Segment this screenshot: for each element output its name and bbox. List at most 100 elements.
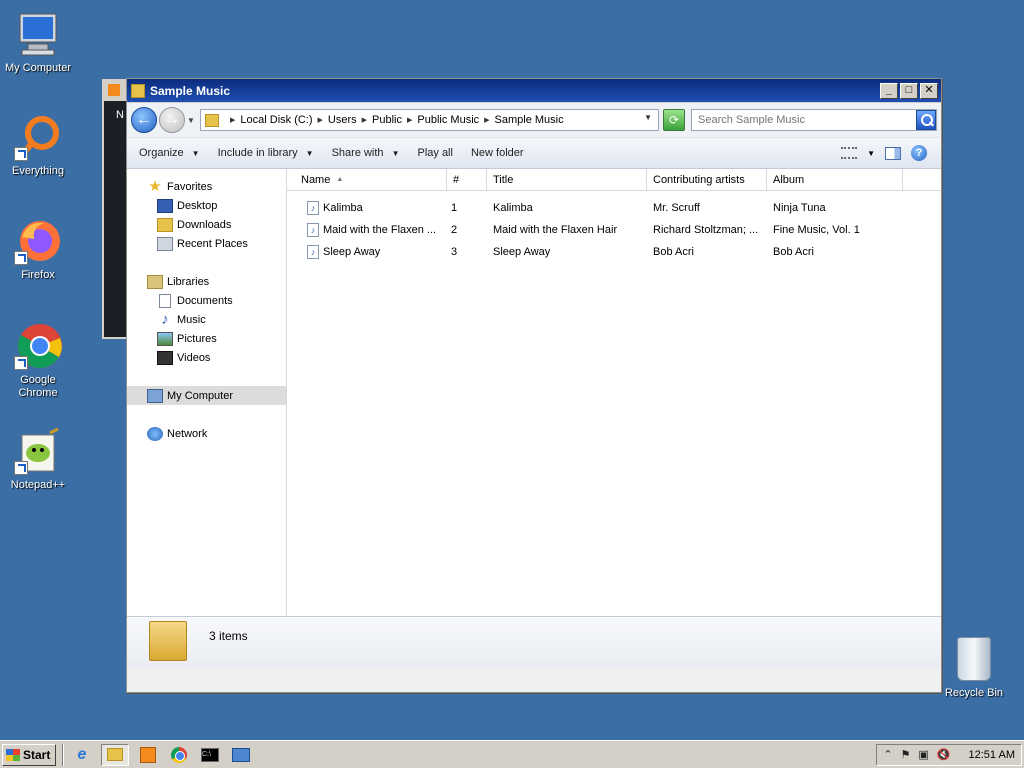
- background-media-window[interactable]: N: [102, 79, 128, 339]
- nav-item-label: My Computer: [167, 389, 234, 402]
- desktop-icon-my-computer[interactable]: My Computer: [0, 10, 76, 75]
- file-track-number: 2: [451, 224, 458, 236]
- remote-desktop-icon: [232, 747, 250, 762]
- share-with-menu[interactable]: Share with ▼: [332, 147, 400, 159]
- organize-menu[interactable]: Organize ▼: [139, 147, 200, 159]
- chrome-icon: [171, 746, 187, 763]
- folder-icon: [107, 748, 123, 761]
- column-header-label: Name: [301, 173, 331, 186]
- taskbar-media-player[interactable]: [136, 744, 160, 766]
- start-button[interactable]: Start: [2, 743, 56, 766]
- desktop-icon-label: Google Chrome: [18, 374, 58, 399]
- nav-item-network[interactable]: Network: [127, 424, 286, 443]
- column-header-album[interactable]: Album: [767, 168, 903, 191]
- chrome-icon: [14, 322, 62, 370]
- folder-icon: [205, 113, 219, 127]
- show-hidden-icons-icon[interactable]: ⌃: [883, 748, 892, 761]
- refresh-button[interactable]: ⟳: [663, 109, 685, 131]
- taskbar: Start e C:\ ⌃ ⚑ ▣ 🔇 12:51 AM: [0, 740, 1024, 768]
- chevron-right-icon[interactable]: ▶: [318, 116, 323, 124]
- desktop-icon-firefox[interactable]: Firefox: [0, 217, 76, 282]
- maximize-button[interactable]: □: [900, 82, 918, 99]
- chevron-right-icon[interactable]: ▶: [407, 116, 412, 124]
- desktop-icon-chrome[interactable]: Google Chrome: [0, 322, 76, 400]
- file-list-pane[interactable]: Name ▲ # Title Contributing artists Album…: [287, 168, 941, 616]
- breadcrumb-public-music[interactable]: Public Music: [417, 114, 479, 126]
- nav-item-videos[interactable]: Videos: [127, 348, 286, 367]
- breadcrumb-local-disk[interactable]: Local Disk (C:): [240, 114, 312, 126]
- star-icon: ★: [148, 177, 162, 195]
- file-row[interactable]: ♪ Sleep Away 3 Sleep Away Bob Acri Bob Ac…: [287, 241, 941, 263]
- desktop-icon-everything[interactable]: Everything: [0, 113, 76, 178]
- help-icon[interactable]: ?: [911, 145, 927, 161]
- action-center-flag-icon[interactable]: ⚑: [901, 748, 911, 761]
- nav-item-desktop[interactable]: Desktop: [127, 196, 286, 215]
- address-history-dropdown[interactable]: ▼: [644, 113, 652, 122]
- nav-item-my-computer[interactable]: My Computer: [127, 386, 286, 405]
- minimize-button[interactable]: _: [880, 82, 898, 99]
- taskbar-remote-desktop[interactable]: [229, 744, 253, 766]
- documents-icon: [159, 293, 171, 308]
- desktop-icon-recycle-bin[interactable]: Recycle Bin: [936, 637, 1012, 700]
- nav-item-favorites[interactable]: ★ Favorites: [127, 177, 286, 196]
- change-view-icon[interactable]: [841, 147, 858, 159]
- file-row[interactable]: ♪ Maid with the Flaxen ... 2 Maid with th…: [287, 219, 941, 241]
- chevron-right-icon[interactable]: ▶: [362, 116, 367, 124]
- details-pane: 3 items: [127, 616, 941, 668]
- close-button[interactable]: ✕: [920, 82, 938, 99]
- forward-button[interactable]: →: [159, 107, 185, 133]
- nav-item-recent-places[interactable]: Recent Places: [127, 234, 286, 253]
- taskbar-internet-explorer[interactable]: e: [70, 744, 94, 766]
- computer-icon: [14, 10, 62, 58]
- column-header-title[interactable]: Title: [487, 168, 647, 191]
- clock[interactable]: 12:51 AM: [969, 749, 1015, 761]
- main-content: ★ Favorites Desktop Downloads Recent Pla…: [127, 168, 941, 616]
- taskbar-chrome[interactable]: [167, 744, 191, 766]
- search-input[interactable]: [692, 111, 916, 129]
- address-bar-row: ← → ▼ ▶ Local Disk (C:) ▶ Users ▶ Public…: [127, 103, 941, 137]
- nav-item-documents[interactable]: Documents: [127, 291, 286, 310]
- shortcut-arrow-icon: [14, 147, 28, 161]
- navigation-pane[interactable]: ★ Favorites Desktop Downloads Recent Pla…: [127, 169, 287, 616]
- play-all-button[interactable]: Play all: [417, 147, 452, 159]
- back-button[interactable]: ←: [131, 107, 157, 133]
- nav-item-music[interactable]: ♪ Music: [127, 310, 286, 329]
- chevron-right-icon[interactable]: ▶: [230, 116, 235, 124]
- volume-muted-icon[interactable]: 🔇: [937, 748, 951, 761]
- nav-item-downloads[interactable]: Downloads: [127, 215, 286, 234]
- preview-pane-icon[interactable]: [885, 146, 901, 160]
- explorer-window[interactable]: Sample Music _ □ ✕ ← → ▼ ▶ Local Disk (C…: [126, 78, 942, 693]
- search-box[interactable]: [691, 109, 937, 131]
- chevron-right-icon[interactable]: ▶: [484, 116, 489, 124]
- include-in-library-menu[interactable]: Include in library ▼: [218, 147, 314, 159]
- window-titlebar[interactable]: Sample Music _ □ ✕: [127, 79, 941, 103]
- nav-item-libraries[interactable]: Libraries: [127, 272, 286, 291]
- taskbar-explorer[interactable]: [101, 743, 129, 766]
- file-row[interactable]: ♪ Kalimba 1 Kalimba Mr. Scruff Ninja Tuna: [287, 197, 941, 219]
- breadcrumb-sample-music[interactable]: Sample Music: [495, 114, 564, 126]
- breadcrumb[interactable]: ▶ Local Disk (C:) ▶ Users ▶ Public ▶ Pub…: [200, 109, 659, 131]
- network-status-icon[interactable]: ▣: [918, 748, 928, 761]
- search-icon[interactable]: [916, 110, 936, 130]
- column-header-name[interactable]: Name ▲: [287, 168, 447, 191]
- background-window-titlebar[interactable]: [104, 81, 126, 101]
- taskbar-command-prompt[interactable]: C:\: [198, 744, 222, 766]
- chevron-down-icon[interactable]: ▼: [867, 149, 875, 158]
- recent-pages-dropdown[interactable]: ▼: [186, 116, 196, 125]
- file-artists: Mr. Scruff: [653, 202, 700, 214]
- column-header-artists[interactable]: Contributing artists: [647, 168, 767, 191]
- desktop-icon-notepadpp[interactable]: Notepad++: [0, 427, 76, 492]
- file-album: Fine Music, Vol. 1: [773, 224, 860, 236]
- window-title: Sample Music: [150, 83, 231, 98]
- desktop-icon-label: Firefox: [21, 269, 55, 281]
- breadcrumb-public[interactable]: Public: [372, 114, 402, 126]
- breadcrumb-users[interactable]: Users: [328, 114, 357, 126]
- media-player-icon: [108, 84, 120, 96]
- file-name: Sleep Away: [323, 246, 381, 258]
- file-title: Maid with the Flaxen Hair: [493, 224, 618, 236]
- nav-item-pictures[interactable]: Pictures: [127, 329, 286, 348]
- new-folder-button[interactable]: New folder: [471, 147, 524, 159]
- nav-item-label: Favorites: [167, 180, 213, 193]
- column-header-number[interactable]: #: [447, 168, 487, 191]
- command-bar: Organize ▼ Include in library ▼ Share with…: [127, 137, 941, 169]
